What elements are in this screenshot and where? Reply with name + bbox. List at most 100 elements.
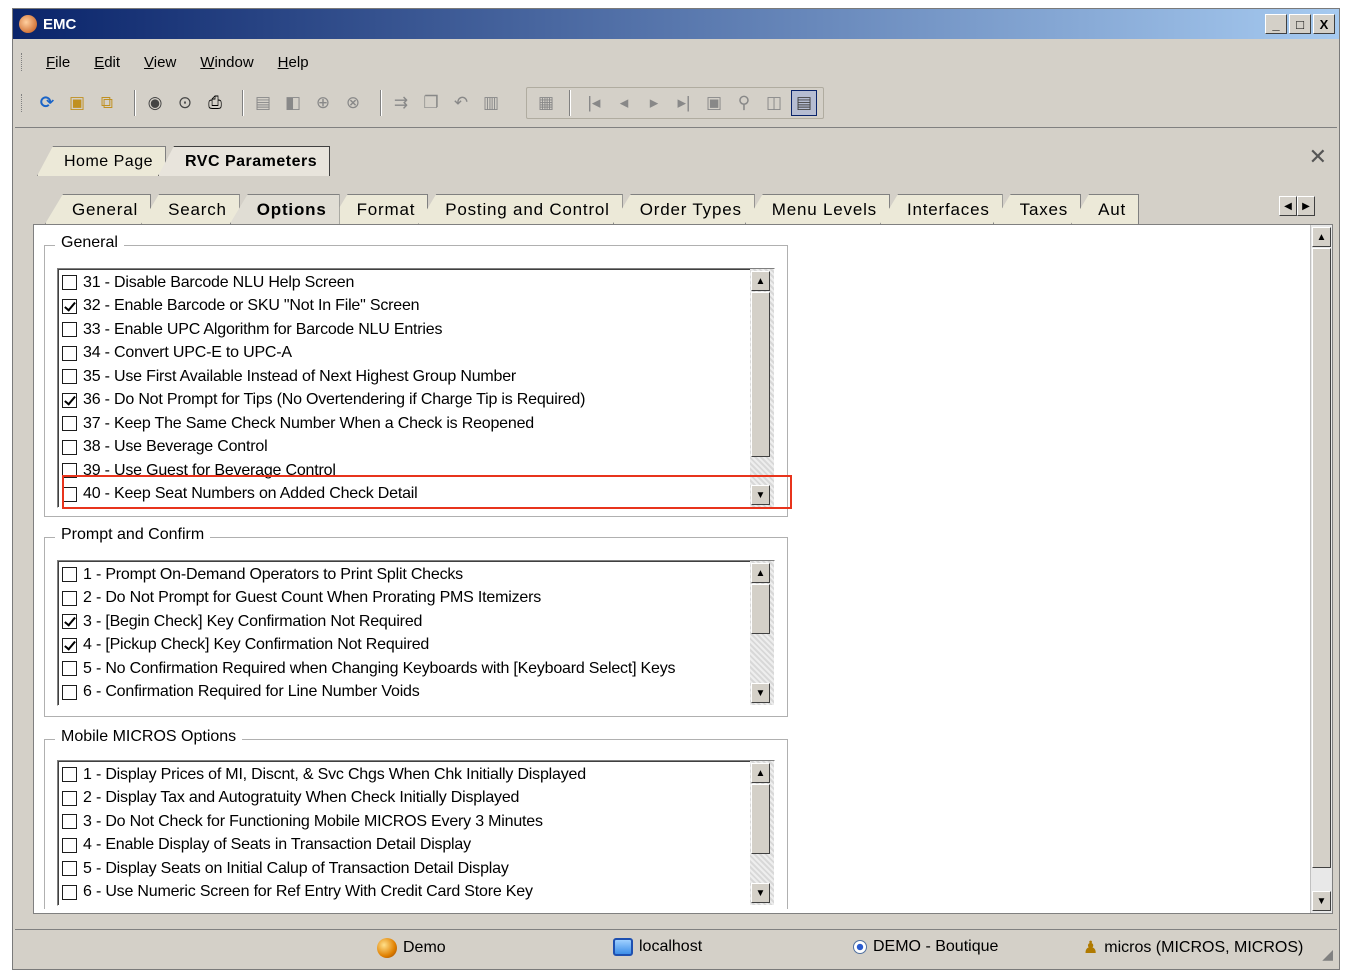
scroll-thumb[interactable] [751,584,770,634]
menu-view[interactable]: View [144,54,176,71]
menu-window[interactable]: Window [200,54,253,71]
option-checkbox[interactable] [62,275,77,291]
paste-icon[interactable]: ▥ [478,90,504,116]
menu-grip[interactable] [21,53,24,71]
first-icon[interactable]: |◂ [581,90,607,116]
menu-file[interactable]: File [46,54,70,71]
tab-interfaces[interactable]: Interfaces [879,194,1003,224]
prev-icon[interactable]: ◂ [611,90,637,116]
option-checkbox[interactable] [62,837,77,853]
list-item[interactable]: 31 - Disable Barcode NLU Help Screen [62,271,748,295]
save-icon[interactable]: ▤ [250,90,276,116]
mobile-list-scrollbar[interactable]: ▲ ▼ [750,761,774,905]
next-icon[interactable]: ▸ [641,90,667,116]
new-record-icon[interactable]: ▣ [64,90,90,116]
radio-icon[interactable]: ◉ [142,90,168,116]
option-checkbox[interactable] [62,416,77,432]
save-all-icon[interactable]: ◧ [280,90,306,116]
prompt-list-scrollbar[interactable]: ▲ ▼ [750,561,774,705]
option-checkbox[interactable] [62,345,77,361]
option-checkbox[interactable] [62,590,77,606]
option-checkbox[interactable] [62,439,77,455]
tab-format[interactable]: Format [329,194,429,224]
tab-menu-levels[interactable]: Menu Levels [744,194,890,224]
option-checkbox[interactable] [62,298,77,314]
tab-general[interactable]: General [45,194,152,224]
scroll-thumb[interactable] [751,292,770,457]
option-checkbox[interactable] [62,861,77,877]
list-item[interactable]: 6 - Confirmation Required for Line Numbe… [62,681,748,705]
option-checkbox[interactable] [62,661,77,677]
list-item[interactable]: 33 - Enable UPC Algorithm for Barcode NL… [62,318,748,342]
option-checkbox[interactable] [62,567,77,583]
minimize-button[interactable]: _ [1265,14,1287,34]
option-checkbox[interactable] [62,684,77,700]
add-icon[interactable]: ⊕ [310,90,336,116]
scroll-thumb[interactable] [1312,248,1331,868]
tab-posting-and-control[interactable]: Posting and Control [418,194,623,224]
list-item[interactable]: 2 - Display Tax and Autogratuity When Ch… [62,787,748,811]
list-item[interactable]: 35 - Use First Available Instead of Next… [62,365,748,389]
list-item[interactable]: 1 - Display Prices of MI, Discnt, & Svc … [62,763,748,787]
list-item[interactable]: 3 - Do Not Check for Functioning Mobile … [62,810,748,834]
option-checkbox[interactable] [62,463,77,479]
refresh-icon[interactable]: ⟳ [34,90,60,116]
option-checkbox[interactable] [62,790,77,806]
option-checkbox[interactable] [62,614,77,630]
maximize-button[interactable]: □ [1289,14,1311,34]
tab-order-types[interactable]: Order Types [612,194,755,224]
copy-icon[interactable]: ❐ [418,90,444,116]
tab-options[interactable]: Options [229,194,340,224]
table-icon[interactable]: ▦ [533,90,559,116]
option-checkbox[interactable] [62,814,77,830]
list-item[interactable]: 6 - Use Numeric Screen for Ref Entry Wit… [62,881,748,905]
scroll-down-icon[interactable]: ▼ [751,883,770,903]
scroll-up-icon[interactable]: ▲ [751,563,770,583]
delete-icon[interactable]: ⊗ [340,90,366,116]
tab-rvc-parameters[interactable]: RVC Parameters [158,146,331,176]
list-item[interactable]: 37 - Keep The Same Check Number When a C… [62,412,748,436]
close-button[interactable]: X [1313,14,1335,34]
scroll-up-icon[interactable]: ▲ [751,271,770,291]
toolbar-grip[interactable] [21,94,24,112]
tab-aut[interactable]: Aut [1071,194,1139,224]
tab-home-page[interactable]: Home Page [37,146,166,176]
grid-view-icon[interactable]: ▤ [791,90,817,116]
menu-edit[interactable]: Edit [94,54,120,71]
tab-scroll-left-icon[interactable]: ◀ [1279,196,1297,216]
scroll-down-icon[interactable]: ▼ [1312,891,1331,911]
list-item[interactable]: 4 - [Pickup Check] Key Confirmation Not … [62,634,748,658]
scroll-down-icon[interactable]: ▼ [751,485,770,505]
tab-scroll-right-icon[interactable]: ▶ [1297,196,1315,216]
option-checkbox[interactable] [62,884,77,900]
tab-search[interactable]: Search [141,194,240,224]
goto-icon[interactable]: ▣ [701,90,727,116]
list-item[interactable]: 3 - [Begin Check] Key Confirmation Not R… [62,610,748,634]
view-icon[interactable]: ◫ [761,90,787,116]
currency-icon[interactable]: ⊙ [172,90,198,116]
option-checkbox[interactable] [62,767,77,783]
page-scrollbar[interactable]: ▲ ▼ [1310,225,1332,913]
list-item[interactable]: 38 - Use Beverage Control [62,436,748,460]
list-item[interactable]: 32 - Enable Barcode or SKU "Not In File"… [62,295,748,319]
import-icon[interactable]: ⇉ [388,90,414,116]
general-list-scrollbar[interactable]: ▲ ▼ [750,269,774,507]
resize-grip-icon[interactable]: ◢ [1322,946,1333,963]
list-item[interactable]: 40 - Keep Seat Numbers on Added Check De… [62,483,748,507]
list-item[interactable]: 1 - Prompt On-Demand Operators to Print … [62,563,748,587]
list-item[interactable]: 36 - Do Not Prompt for Tips (No Overtend… [62,389,748,413]
option-checkbox[interactable] [62,369,77,385]
copy-record-icon[interactable]: ⧉ [94,90,120,116]
option-checkbox[interactable] [62,486,77,502]
menu-help[interactable]: Help [278,54,309,71]
list-item[interactable]: 5 - Display Seats on Initial Calup of Tr… [62,857,748,881]
scroll-up-icon[interactable]: ▲ [1312,227,1331,247]
option-checkbox[interactable] [62,322,77,338]
list-item[interactable]: 34 - Convert UPC-E to UPC-A [62,342,748,366]
scroll-up-icon[interactable]: ▲ [751,763,770,783]
find-icon[interactable]: ⚲ [731,90,757,116]
option-checkbox[interactable] [62,392,77,408]
tab-taxes[interactable]: Taxes [992,194,1082,224]
close-tab-icon[interactable]: ✕ [1309,144,1327,170]
print-icon[interactable]: ⎙ [202,90,228,116]
